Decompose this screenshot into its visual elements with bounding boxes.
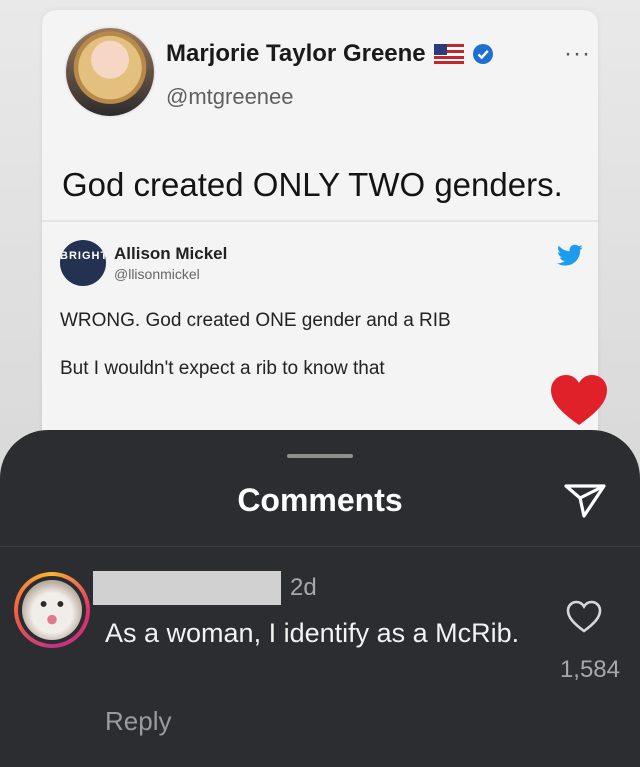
quote-author-handle: @llisonmickel (114, 266, 200, 282)
tweet-author-avatar (64, 26, 156, 118)
reply-button[interactable]: Reply (105, 706, 171, 737)
like-count: 1,584 (559, 656, 620, 683)
comments-title: Comments (237, 482, 403, 518)
tweet-author-handle: @mtgreenee (166, 84, 294, 109)
tweet-divider (42, 220, 598, 222)
tweet-author-row: Marjorie Taylor Greene (166, 40, 494, 68)
comments-sheet: Comments 2d As a woman, I identify as a … (0, 430, 640, 767)
cat-avatar-image (22, 580, 82, 640)
twitter-bird-icon (557, 244, 583, 266)
quote-text-line-2: But I wouldn't expect a rib to know that (60, 358, 385, 379)
comment-text: As a woman, I identify as a McRib. (105, 618, 520, 648)
quote-author-avatar: BRIGHT (60, 240, 106, 286)
send-icon[interactable] (562, 480, 608, 520)
quote-text-line-1: WRONG. God created ONE gender and a RIB (60, 310, 451, 331)
like-heart-icon[interactable] (566, 600, 602, 634)
redacted-username (93, 571, 281, 605)
comment-timestamp: 2d (290, 574, 317, 601)
commenter-avatar-ring-gap (18, 576, 86, 644)
commenter-avatar[interactable] (14, 572, 90, 648)
tweet-text: God created ONLY TWO genders. (62, 166, 563, 203)
heart-icon (551, 375, 607, 425)
more-options-icon[interactable]: ··· (564, 40, 591, 68)
sheet-divider (0, 546, 640, 547)
quote-author-name: Allison Mickel (114, 244, 228, 263)
sheet-drag-handle[interactable] (287, 454, 353, 458)
tweet-card: Marjorie Taylor Greene @mtgreenee ··· Go… (42, 10, 598, 450)
flag-icon (433, 44, 464, 64)
verified-icon (472, 44, 493, 64)
tweet-author-name: Marjorie Taylor Greene (166, 40, 426, 67)
quote-avatar-text: BRIGHT (60, 250, 106, 262)
